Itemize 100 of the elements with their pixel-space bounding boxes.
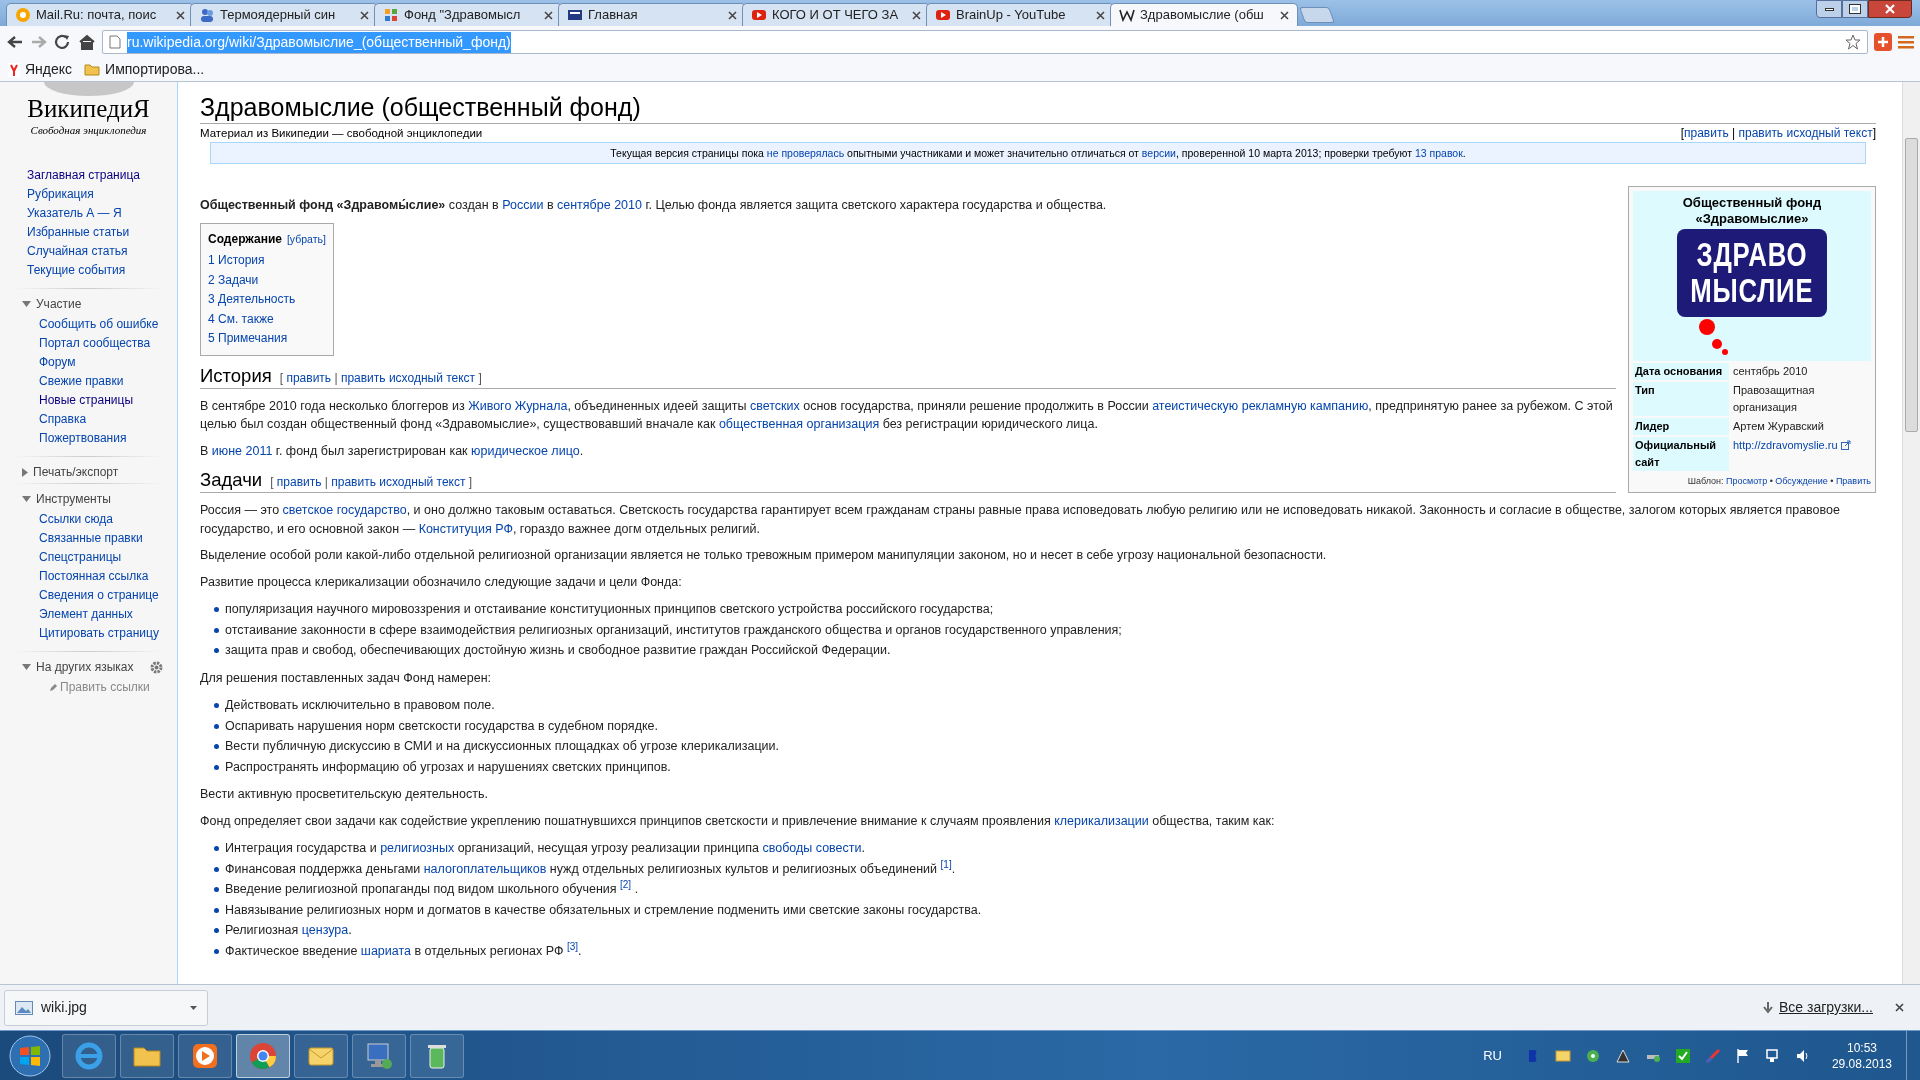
sidebar-link[interactable]: Сведения о странице [39, 586, 169, 605]
close-icon[interactable] [544, 10, 553, 20]
bookmark[interactable]: Импортирова... [84, 59, 205, 80]
infobox-value: сентябрь 2010 [1733, 364, 1808, 379]
download-item[interactable]: wiki.jpg [4, 989, 208, 1026]
star-icon[interactable] [1845, 34, 1861, 50]
link[interactable]: не проверялась [766, 147, 845, 159]
link[interactable]: налогоплательщиков [423, 861, 547, 876]
plus-icon[interactable] [1874, 33, 1892, 51]
flag-icon[interactable] [1734, 1047, 1751, 1064]
link[interactable]: светских [749, 398, 800, 413]
close-icon[interactable] [912, 10, 921, 20]
sidebar-section-toggle[interactable]: Печать/экспорт [22, 463, 119, 481]
link[interactable]: версии [1141, 147, 1176, 159]
link[interactable]: клерикализации [1054, 813, 1149, 828]
taskbar-button[interactable] [120, 1033, 174, 1078]
toc-link[interactable]: 1 История [208, 251, 326, 271]
toc-toggle-link[interactable]: [убрать] [286, 230, 326, 249]
close-icon[interactable] [1096, 10, 1105, 20]
sidebar-link[interactable]: Свежие правки [39, 372, 169, 391]
sidebar-link[interactable]: Спецстраницы [39, 548, 169, 567]
link[interactable]: http://zdravomyslie.ru [1733, 437, 1838, 454]
link[interactable]: править исходный текст [340, 370, 476, 385]
link[interactable]: Править [1835, 476, 1871, 486]
link[interactable]: править [1684, 126, 1729, 140]
sidebar-link[interactable]: Заглавная страница [27, 166, 157, 185]
sidebar-link[interactable]: Текущие события [27, 261, 157, 280]
link[interactable]: 13 правок [1414, 147, 1463, 159]
sidebar-link[interactable]: Рубрикация [27, 185, 157, 204]
sidebar-section-toggle[interactable]: Участие [22, 295, 82, 313]
link[interactable]: июне 2011 [211, 443, 273, 458]
sidebar-section-toggle[interactable]: На других языках [22, 658, 134, 676]
sidebar-link[interactable]: Постоянная ссылка [39, 567, 169, 586]
close-button[interactable] [1868, 0, 1912, 18]
taskbar-button[interactable] [410, 1033, 464, 1078]
link[interactable]: Просмотр [1726, 476, 1768, 486]
scrollbar[interactable] [1902, 82, 1920, 984]
link[interactable]: религиозных [380, 841, 455, 855]
sidebar-link[interactable]: Цитировать страницу [39, 624, 169, 643]
sidebar-link[interactable]: Указатель А — Я [27, 204, 157, 223]
taskbar-button[interactable] [236, 1033, 290, 1078]
monitor-icon[interactable] [1764, 1047, 1781, 1064]
sidebar-link[interactable]: Портал сообщества [39, 334, 169, 353]
sidebar-link[interactable]: Избранные статьи [27, 223, 157, 242]
minimize-button[interactable] [1816, 0, 1842, 18]
scrollbar-thumb[interactable] [1905, 138, 1918, 432]
toc-link[interactable]: 4 См. также [208, 309, 326, 329]
close-icon[interactable] [360, 10, 369, 20]
bookmark[interactable]: Яндекс [8, 59, 73, 80]
link[interactable]: светское государство [282, 503, 407, 517]
link[interactable]: юридическое лицо [471, 443, 580, 458]
sidebar-link[interactable]: Связанные правки [39, 529, 169, 548]
checkmark-icon[interactable] [1674, 1047, 1691, 1064]
link[interactable]: Обсуждение [1775, 476, 1828, 486]
sidebar-link[interactable]: Элемент данных [39, 605, 169, 624]
taskbar-button[interactable] [294, 1033, 348, 1078]
w-icon [1119, 7, 1135, 23]
menu-icon[interactable] [1898, 35, 1914, 49]
browser-tab[interactable]: Здравомыслие (обш [1110, 3, 1298, 26]
toc-link[interactable]: 3 Деятельность [208, 290, 326, 310]
link[interactable]: править [276, 475, 322, 489]
close-icon[interactable] [176, 10, 185, 20]
sidebar-link[interactable]: Справка [39, 410, 169, 429]
link[interactable]: Конституция РФ [418, 521, 513, 536]
maximize-button[interactable] [1842, 0, 1868, 18]
link[interactable]: править [286, 370, 332, 385]
toc-link[interactable]: 5 Примечания [208, 329, 326, 349]
infobox-value: Правозащитная организация [1733, 383, 1816, 415]
sidebar-link[interactable]: Форум [39, 353, 169, 372]
language-indicator[interactable]: RU [1483, 1045, 1502, 1066]
link[interactable]: общественная организация [718, 417, 880, 431]
footnote-link[interactable]: [1] [940, 858, 952, 870]
link[interactable]: сентябре 2010 [557, 198, 642, 212]
close-icon[interactable] [1895, 1003, 1904, 1012]
link[interactable]: шариата [360, 943, 411, 958]
link[interactable]: править исходный текст [1738, 126, 1873, 140]
edit-links: [править | править исходный текст] [1680, 125, 1876, 141]
footnote-link[interactable]: [3] [567, 940, 579, 952]
taskbar-button[interactable] [178, 1033, 232, 1078]
link[interactable]: России [502, 198, 544, 212]
close-icon[interactable] [1280, 10, 1289, 20]
start-button-icon[interactable] [8, 1033, 52, 1078]
link[interactable]: править исходный текст [331, 475, 466, 489]
sidebar-link[interactable]: Пожертвования [39, 429, 169, 448]
home-icon[interactable] [78, 34, 96, 50]
sidebar-link[interactable]: Ссылки сюда [39, 510, 169, 529]
reload-icon[interactable] [54, 34, 72, 50]
sidebar-section-toggle[interactable]: Инструменты [22, 490, 111, 508]
bullet-icon [214, 607, 219, 612]
envelope-icon[interactable] [1554, 1047, 1571, 1064]
sidebar-link[interactable]: Случайная статья [27, 242, 157, 261]
sidebar-link[interactable]: Сообщить об ошибке [39, 315, 169, 334]
toc-link[interactable]: 2 Задачи [208, 270, 326, 290]
back-arrow-icon[interactable] [6, 34, 24, 50]
all-downloads-link[interactable]: Все загрузки... [1779, 997, 1873, 1018]
close-icon[interactable] [728, 10, 737, 20]
sidebar-link[interactable]: Новые страницы [39, 391, 169, 410]
link[interactable]: свободы совести [762, 841, 862, 855]
caret-down-icon[interactable] [190, 1005, 197, 1010]
footnote-link[interactable]: [2] [620, 879, 632, 890]
